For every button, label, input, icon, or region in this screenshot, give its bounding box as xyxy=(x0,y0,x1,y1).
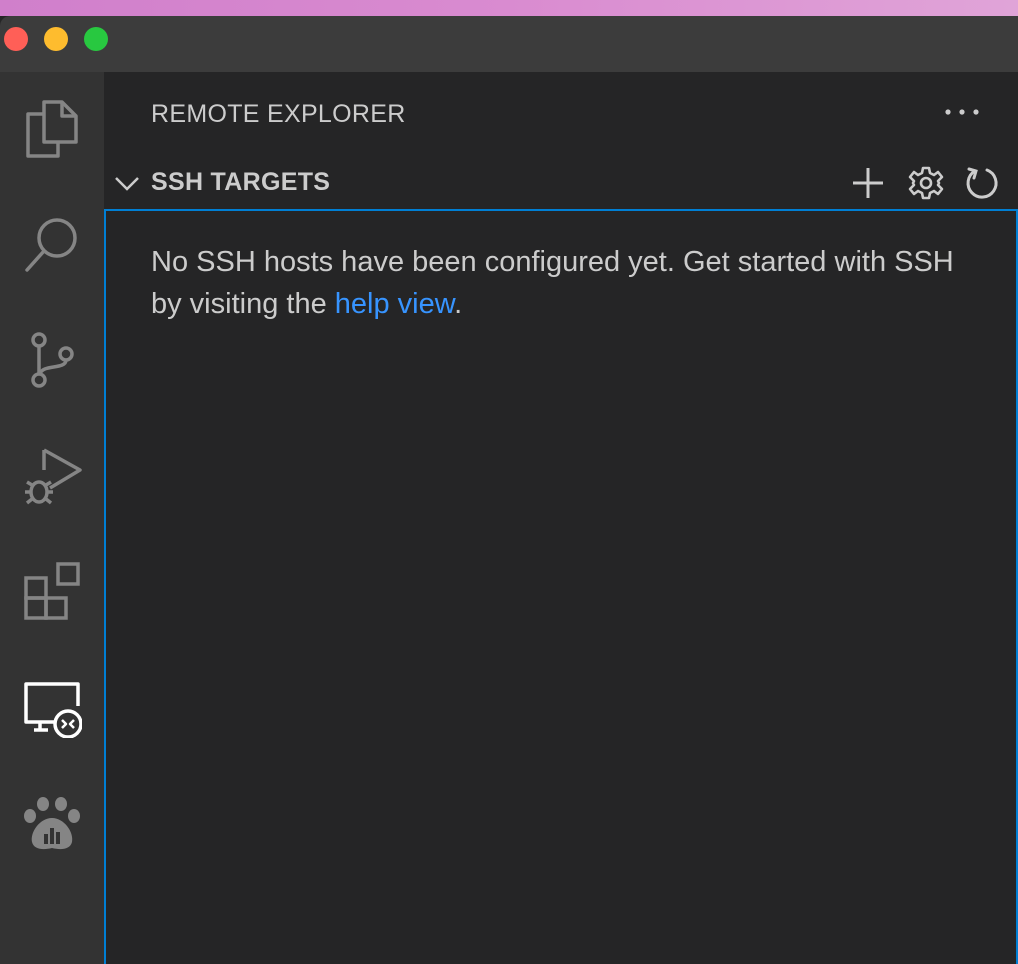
chevron-down-icon[interactable] xyxy=(114,170,140,196)
activity-run-debug[interactable] xyxy=(0,428,104,524)
configure-button[interactable] xyxy=(908,165,944,201)
ssh-targets-title: SSH TARGETS xyxy=(151,168,331,196)
files-icon xyxy=(26,100,78,158)
no-hosts-message-text: No SSH hosts have been configured yet. G… xyxy=(151,246,954,320)
activity-extensions[interactable] xyxy=(0,544,104,640)
paw-chart-icon xyxy=(24,797,80,850)
activity-paw-extension[interactable] xyxy=(0,774,104,870)
more-actions-button[interactable] xyxy=(942,96,982,128)
activity-bar xyxy=(0,72,104,964)
desktop-background xyxy=(0,0,1018,16)
no-hosts-message-period: . xyxy=(454,288,463,320)
minimize-window-button[interactable] xyxy=(44,27,68,51)
activity-remote-explorer[interactable] xyxy=(0,660,104,756)
ellipsis-icon xyxy=(945,109,979,115)
close-window-button[interactable] xyxy=(4,27,28,51)
remote-explorer-icon xyxy=(24,682,82,738)
title-bar xyxy=(0,16,1018,72)
refresh-icon xyxy=(966,167,998,199)
activity-source-control[interactable] xyxy=(0,312,104,408)
sidebar-title: REMOTE EXPLORER xyxy=(151,100,406,128)
refresh-button[interactable] xyxy=(965,165,1001,201)
ssh-targets-view: No SSH hosts have been configured yet. G… xyxy=(104,209,1018,964)
help-view-link[interactable]: help view xyxy=(335,288,454,320)
add-new-host-button[interactable] xyxy=(850,165,886,201)
source-control-icon xyxy=(31,332,74,388)
extensions-icon xyxy=(24,562,80,620)
maximize-window-button[interactable] xyxy=(84,27,108,51)
ssh-targets-section-header[interactable]: SSH TARGETS xyxy=(104,160,1018,206)
activity-explorer[interactable] xyxy=(0,80,104,176)
gear-icon xyxy=(908,166,944,200)
search-icon xyxy=(25,218,77,272)
run-debug-icon xyxy=(25,448,82,505)
add-icon xyxy=(853,168,883,198)
remote-explorer-sidebar: REMOTE EXPLORER SSH TARGETS No SSH hosts… xyxy=(104,72,1018,964)
no-hosts-message: No SSH hosts have been configured yet. G… xyxy=(151,241,991,325)
activity-search[interactable] xyxy=(0,196,104,292)
